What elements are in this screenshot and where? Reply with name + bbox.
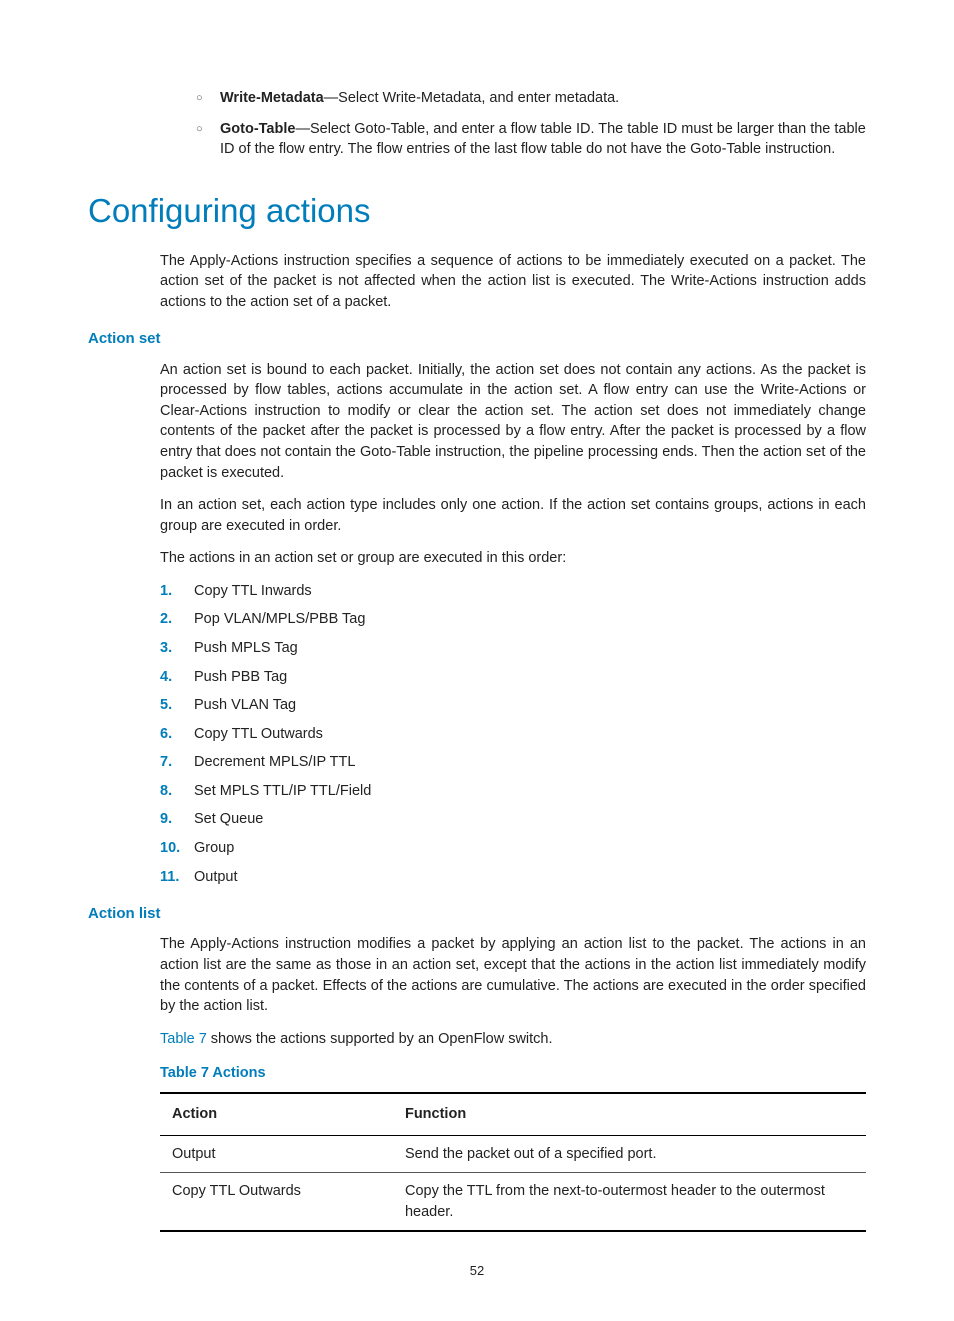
description: —Select Goto-Table, and enter a flow tab… — [220, 121, 866, 158]
list-text: Set Queue — [194, 809, 263, 830]
list-text: Group — [194, 838, 234, 859]
list-number: 11. — [160, 867, 194, 888]
term: Goto-Table — [220, 121, 295, 137]
list-text: Output — [194, 867, 238, 888]
list-item: 9.Set Queue — [160, 809, 866, 830]
paragraph: Table 7 shows the actions supported by a… — [160, 1029, 866, 1050]
list-item: 7.Decrement MPLS/IP TTL — [160, 752, 866, 773]
ordered-list: 1.Copy TTL Inwards 2.Pop VLAN/MPLS/PBB T… — [160, 581, 866, 887]
list-item: 1.Copy TTL Inwards — [160, 581, 866, 602]
table-row: Copy TTL Outwards Copy the TTL from the … — [160, 1173, 866, 1232]
text: shows the actions supported by an OpenFl… — [207, 1031, 553, 1047]
description: —Select Write-Metadata, and enter metada… — [324, 90, 620, 106]
cell-function: Send the packet out of a specified port. — [393, 1135, 866, 1173]
list-number: 8. — [160, 781, 194, 802]
list-number: 7. — [160, 752, 194, 773]
intro-paragraph: The Apply-Actions instruction specifies … — [160, 251, 866, 313]
list-number: 6. — [160, 724, 194, 745]
list-item: 4.Push PBB Tag — [160, 667, 866, 688]
list-item: 5.Push VLAN Tag — [160, 695, 866, 716]
section-heading: Configuring actions — [88, 188, 866, 235]
list-number: 3. — [160, 638, 194, 659]
list-item: 8.Set MPLS TTL/IP TTL/Field — [160, 781, 866, 802]
cell-function: Copy the TTL from the next-to-outermost … — [393, 1173, 866, 1232]
paragraph: In an action set, each action type inclu… — [160, 495, 866, 536]
list-number: 9. — [160, 809, 194, 830]
table-reference-link[interactable]: Table 7 — [160, 1031, 207, 1047]
list-number: 5. — [160, 695, 194, 716]
list-item: ○ Write-Metadata—Select Write-Metadata, … — [196, 88, 866, 109]
subsection-heading-action-set: Action set — [88, 328, 866, 349]
paragraph: The Apply-Actions instruction modifies a… — [160, 934, 866, 1016]
list-number: 10. — [160, 838, 194, 859]
list-text: Push VLAN Tag — [194, 695, 296, 716]
cell-action: Copy TTL Outwards — [160, 1173, 393, 1232]
subsection-heading-action-list: Action list — [88, 903, 866, 924]
cell-action: Output — [160, 1135, 393, 1173]
table-row: Output Send the packet out of a specifie… — [160, 1135, 866, 1173]
actions-table: Action Function Output Send the packet o… — [160, 1092, 866, 1232]
list-item: 11.Output — [160, 867, 866, 888]
list-item: 6.Copy TTL Outwards — [160, 724, 866, 745]
paragraph: An action set is bound to each packet. I… — [160, 360, 866, 483]
list-item: 2.Pop VLAN/MPLS/PBB Tag — [160, 609, 866, 630]
list-number: 2. — [160, 609, 194, 630]
list-text: Copy TTL Inwards — [194, 581, 312, 602]
list-text: Copy TTL Outwards — [194, 724, 323, 745]
page-number: 52 — [88, 1262, 866, 1280]
list-text: Push MPLS Tag — [194, 638, 298, 659]
list-text: Push PBB Tag — [194, 667, 287, 688]
list-text: Decrement MPLS/IP TTL — [194, 752, 355, 773]
list-text: Set MPLS TTL/IP TTL/Field — [194, 781, 371, 802]
circle-bullet-icon: ○ — [196, 119, 220, 160]
list-text: Pop VLAN/MPLS/PBB Tag — [194, 609, 365, 630]
paragraph: The actions in an action set or group ar… — [160, 548, 866, 569]
term: Write-Metadata — [220, 90, 324, 106]
table-caption: Table 7 Actions — [160, 1063, 866, 1084]
instruction-sublist: ○ Write-Metadata—Select Write-Metadata, … — [196, 88, 866, 160]
column-header-function: Function — [393, 1093, 866, 1135]
circle-bullet-icon: ○ — [196, 88, 220, 109]
list-item: ○ Goto-Table—Select Goto-Table, and ente… — [196, 119, 866, 160]
list-item: 3.Push MPLS Tag — [160, 638, 866, 659]
list-number: 1. — [160, 581, 194, 602]
list-item: 10.Group — [160, 838, 866, 859]
list-number: 4. — [160, 667, 194, 688]
column-header-action: Action — [160, 1093, 393, 1135]
